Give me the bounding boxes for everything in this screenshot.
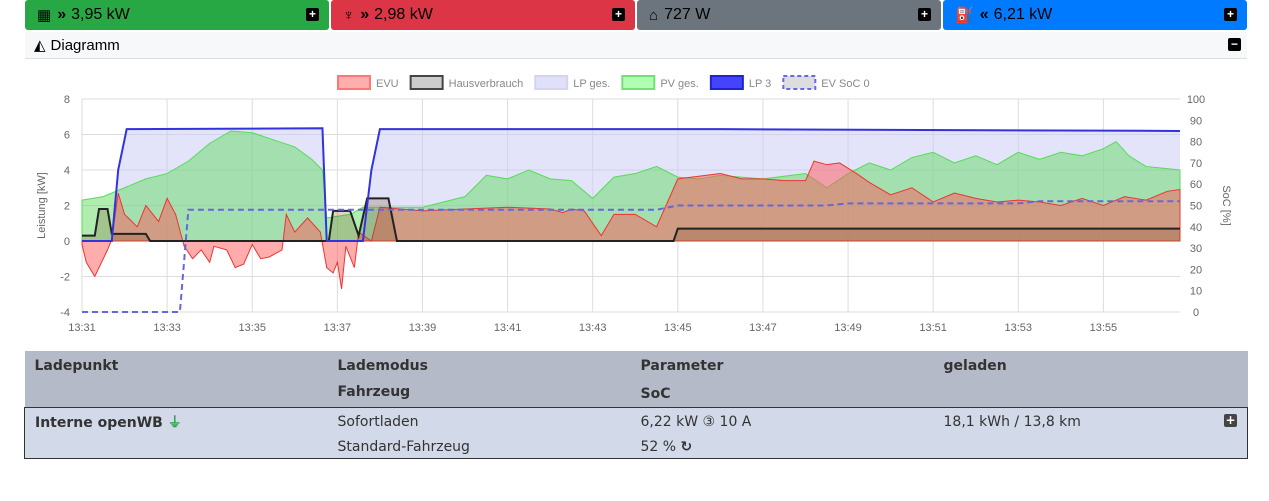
y-tick-label: -2 xyxy=(60,272,70,284)
legend-label-lp-3: LP 3 xyxy=(749,78,771,90)
chargepoint-table: Ladepunkt Lademodus Parameter geladen Fahrz… xyxy=(24,351,1248,459)
y-tick-label: 2 xyxy=(64,201,70,213)
header-soc: SoC xyxy=(640,386,671,402)
charging-station-icon: ⛽ xyxy=(955,7,974,24)
charge-mode[interactable]: Sofortladen xyxy=(328,408,631,435)
chargepoint-tile[interactable]: ⛽ «6,21 kW + xyxy=(943,0,1247,30)
power-chart: 86420-2-4100908070605040302010013:31 13:3… xyxy=(36,75,1232,334)
x-tick-label: 13:43 xyxy=(579,322,607,334)
table-row[interactable]: Interne openWB ⏚ Sofortladen 6,22 kW ③ 10 … xyxy=(24,407,1248,435)
y2-tick-label: 50 xyxy=(1190,201,1202,213)
charged-energy: 18,1 kWh / 13,8 km xyxy=(943,414,1081,430)
area-chart-icon: ◭ xyxy=(34,37,46,54)
legend-label-ev-soc-0: EV SoC 0 xyxy=(821,78,869,90)
x-tick-label: 13:45 xyxy=(664,322,692,334)
charge-arrows-icon: « xyxy=(979,6,989,23)
import-arrows-icon: » xyxy=(360,6,370,23)
legend-label-evu: EVU xyxy=(376,78,399,90)
pv-value: 3,95 kW xyxy=(71,6,130,23)
header-fahrzeug: Fahrzeug xyxy=(337,384,411,400)
y2-tick-label: 70 xyxy=(1190,158,1202,170)
charge-power: 6,22 kW xyxy=(640,414,699,430)
x-tick-label: 13:41 xyxy=(494,322,522,334)
y-tick-label: 8 xyxy=(64,94,70,106)
header-geladen: geladen xyxy=(943,358,1007,374)
house-tile[interactable]: ⌂ 727 W + xyxy=(637,0,941,30)
x-tick-label: 13:33 xyxy=(153,322,181,334)
header-lademodus: Lademodus xyxy=(337,358,428,374)
expand-pv-button[interactable]: + xyxy=(306,8,319,21)
pv-tile[interactable]: ▦ » 3,95 kW + xyxy=(25,0,329,30)
vehicle-name[interactable]: Standard-Fahrzeug xyxy=(328,434,631,459)
diagram-header[interactable]: ◭ Diagramm − xyxy=(25,32,1247,59)
y2-tick-label: 90 xyxy=(1190,115,1202,127)
house-value: 727 W xyxy=(664,6,711,23)
y2-tick-label: 60 xyxy=(1190,179,1202,191)
x-tick-label: 13:39 xyxy=(409,322,437,334)
legend-swatch xyxy=(534,75,569,90)
y2-axis-label: SoC [%] xyxy=(1220,185,1232,225)
y-axis-label: Leistung [kW] xyxy=(36,172,48,239)
diagram-card: ◭ Diagramm − 8 6 4 2 0 -2 -4 100 90 80 70 60 50 40 30 20 1… xyxy=(25,32,1247,347)
export-arrows-icon: » xyxy=(57,6,67,23)
x-tick-label: 13:55 xyxy=(1090,322,1118,334)
expand-row-button[interactable]: + xyxy=(1224,414,1237,427)
y2-tick-label: 80 xyxy=(1190,137,1202,149)
header-ladepunkt: Ladepunkt xyxy=(34,358,119,374)
soc-value: 52 % xyxy=(640,439,677,455)
chargepoint-value: 6,21 kW xyxy=(993,6,1053,23)
legend-swatch xyxy=(621,75,656,90)
expand-chargepoint-button[interactable]: + xyxy=(1224,8,1237,21)
chargepoint-name: Interne openWB xyxy=(35,415,163,431)
y-tick-label: 6 xyxy=(64,130,70,142)
x-tick-label: 13:47 xyxy=(749,322,777,334)
legend-swatch xyxy=(782,75,817,90)
y-tick-label: -4 xyxy=(60,307,70,319)
x-tick-label: 13:51 xyxy=(919,322,947,334)
phases-icon: ③ xyxy=(702,414,716,430)
charge-current: 10 A xyxy=(719,414,752,430)
refresh-icon[interactable]: ↻ xyxy=(681,439,693,455)
home-icon: ⌂ xyxy=(649,6,659,24)
x-tick-label: 13:37 xyxy=(324,322,352,334)
solar-panel-icon: ▦ xyxy=(37,7,52,24)
y2-tick-label: 40 xyxy=(1190,222,1202,234)
expand-house-button[interactable]: + xyxy=(918,8,931,21)
legend-swatch xyxy=(709,75,744,90)
y2-tick-label: 20 xyxy=(1190,264,1202,276)
table-row[interactable]: Standard-Fahrzeug 52 % ↻ xyxy=(24,434,1248,459)
x-tick-label: 13:53 xyxy=(1005,322,1033,334)
plug-icon: ⏚ xyxy=(167,415,182,431)
x-tick-label: 13:31 xyxy=(68,322,96,334)
evu-value: 2,98 kW xyxy=(374,6,433,23)
y2-tick-label: 100 xyxy=(1187,94,1205,106)
x-tick-label: 13:49 xyxy=(834,322,862,334)
expand-evu-button[interactable]: + xyxy=(612,8,625,21)
x-tick-label: 13:35 xyxy=(238,322,266,334)
y2-tick-label: 10 xyxy=(1190,286,1202,298)
y-tick-label: 4 xyxy=(64,165,70,177)
y2-tick-label: 0 xyxy=(1193,307,1199,319)
y2-tick-label: 30 xyxy=(1190,243,1202,255)
legend-label-lp-ges-: LP ges. xyxy=(573,78,610,90)
legend-swatch xyxy=(409,75,444,90)
collapse-diagram-button[interactable]: − xyxy=(1228,38,1241,51)
legend-swatch xyxy=(337,75,371,90)
evu-tile[interactable]: ♆ » 2,98 kW + xyxy=(331,0,635,30)
diagram-title: Diagramm xyxy=(50,36,120,54)
legend-label-pv-ges-: PV ges. xyxy=(660,78,699,90)
header-parameter: Parameter xyxy=(640,358,724,374)
grid-tower-icon: ♆ xyxy=(343,6,355,24)
y-tick-label: 0 xyxy=(64,236,70,248)
legend-label-hausverbrauch: Hausverbrauch xyxy=(449,78,524,90)
